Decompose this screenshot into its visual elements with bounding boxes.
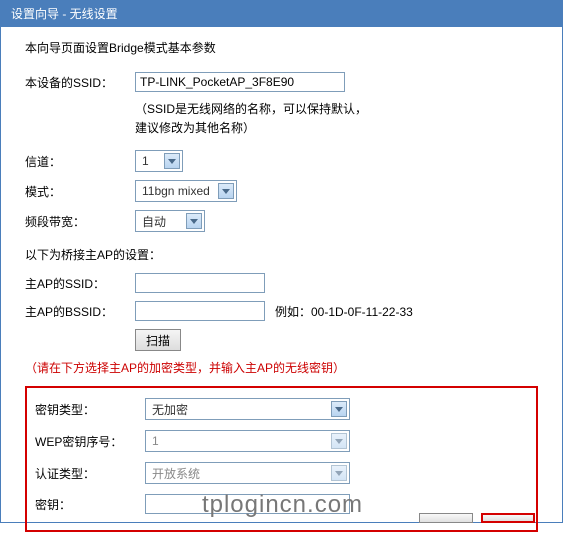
bridge-section-label: 以下为桥接主AP的设置：: [25, 246, 538, 263]
channel-value: 1: [138, 154, 160, 168]
auth-type-label: 认证类型：: [35, 465, 145, 482]
dropdown-icon: [218, 183, 234, 199]
scan-button[interactable]: 扫描: [135, 329, 181, 351]
auth-type-select: 开放系统: [145, 462, 350, 484]
ssid-hint: （SSID是无线网络的名称，可以保持默认， 建议修改为其他名称）: [135, 100, 538, 138]
bssid-example: 例如：00-1D-0F-11-22-33: [275, 303, 413, 320]
wep-index-value: 1: [148, 434, 327, 448]
wizard-panel: 设置向导 - 无线设置 本向导页面设置Bridge模式基本参数 本设备的SSID…: [0, 0, 563, 523]
key-type-row: 密钥类型： 无加密: [35, 398, 528, 420]
key-label: 密钥：: [35, 496, 145, 513]
dropdown-icon: [186, 213, 202, 229]
mode-select[interactable]: 11bgn mixed: [135, 180, 237, 202]
watermark-text: tplogincn.com: [202, 491, 363, 519]
ssid-hint-line2: 建议修改为其他名称）: [135, 121, 255, 135]
channel-row: 信道： 1: [25, 150, 538, 172]
main-ssid-label: 主AP的SSID：: [25, 275, 135, 292]
key-type-select[interactable]: 无加密: [145, 398, 350, 420]
ssid-row: 本设备的SSID：: [25, 72, 538, 92]
auth-type-row: 认证类型： 开放系统: [35, 462, 528, 484]
wep-index-row: WEP密钥序号： 1: [35, 430, 528, 452]
wep-index-select: 1: [145, 430, 350, 452]
key-type-value: 无加密: [148, 401, 327, 418]
panel-title: 设置向导 - 无线设置: [1, 1, 562, 27]
dropdown-icon: [331, 433, 347, 449]
main-bssid-label: 主AP的BSSID：: [25, 303, 135, 320]
mode-value: 11bgn mixed: [138, 184, 214, 198]
next-button[interactable]: [481, 513, 535, 523]
main-ssid-row: 主AP的SSID：: [25, 273, 538, 293]
auth-type-value: 开放系统: [148, 465, 327, 482]
wep-index-label: WEP密钥序号：: [35, 433, 145, 450]
ssid-label: 本设备的SSID：: [25, 74, 135, 91]
intro-text: 本向导页面设置Bridge模式基本参数: [25, 39, 538, 56]
prev-button[interactable]: [419, 513, 473, 523]
ssid-hint-line1: （SSID是无线网络的名称，可以保持默认，: [135, 102, 367, 116]
bandwidth-label: 频段带宽：: [25, 213, 135, 230]
bandwidth-select[interactable]: 自动: [135, 210, 205, 232]
scan-row: 扫描: [25, 329, 538, 351]
dropdown-icon: [164, 153, 180, 169]
bottom-button-bar: [419, 513, 535, 523]
channel-label: 信道：: [25, 153, 135, 170]
bandwidth-value: 自动: [138, 213, 182, 230]
mode-label: 模式：: [25, 183, 135, 200]
dropdown-icon: [331, 465, 347, 481]
panel-content: 本向导页面设置Bridge模式基本参数 本设备的SSID： （SSID是无线网络…: [1, 27, 562, 544]
main-ssid-input[interactable]: [135, 273, 265, 293]
ssid-input[interactable]: [135, 72, 345, 92]
channel-select[interactable]: 1: [135, 150, 183, 172]
mode-row: 模式： 11bgn mixed: [25, 180, 538, 202]
dropdown-icon: [331, 401, 347, 417]
key-type-label: 密钥类型：: [35, 401, 145, 418]
encryption-hint: （请在下方选择主AP的加密类型，并输入主AP的无线密钥）: [25, 359, 538, 376]
main-bssid-row: 主AP的BSSID： 例如：00-1D-0F-11-22-33: [25, 301, 538, 321]
main-bssid-input[interactable]: [135, 301, 265, 321]
bandwidth-row: 频段带宽： 自动: [25, 210, 538, 232]
